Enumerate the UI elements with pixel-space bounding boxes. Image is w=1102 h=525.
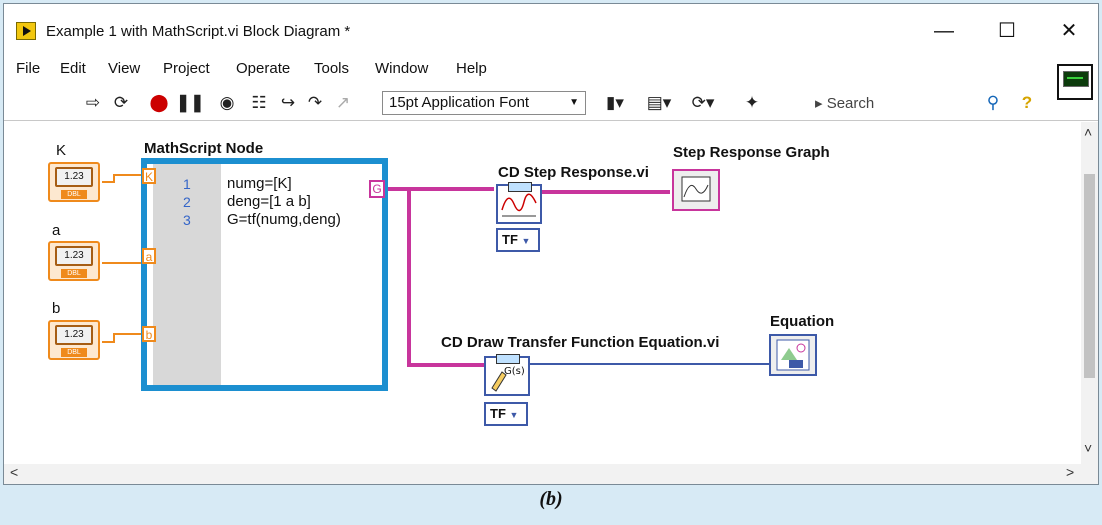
pen-equation-icon: G(s): [491, 366, 525, 392]
step-over-icon[interactable]: ↷: [304, 92, 326, 114]
menu-operate[interactable]: Operate: [236, 60, 290, 77]
toolbar: ⇨ ⟳ ⬤ ❚❚ ◉ ☷ ↪ ↷ ↗ 15pt Application Font…: [4, 86, 1098, 121]
diagram-canvas[interactable]: K 1.23 DBL a 1.23 DBL b 1.23 DBL MathScr…: [4, 122, 1079, 464]
minimize-icon[interactable]: —: [929, 16, 959, 46]
font-selector-value: 15pt Application Font: [389, 94, 530, 111]
title-bar: Example 1 with MathScript.vi Block Diagr…: [4, 4, 1098, 56]
k-value: 1.23: [55, 167, 93, 187]
step-into-icon[interactable]: ↪: [277, 92, 299, 114]
vertical-scroll-thumb[interactable]: [1084, 174, 1095, 378]
line-number: 2: [183, 194, 191, 210]
step-response-vi[interactable]: [496, 182, 542, 224]
draw-tf-selector[interactable]: TF ▼: [484, 402, 528, 426]
chevron-down-icon: ▼: [509, 410, 519, 420]
menu-help[interactable]: Help: [456, 60, 487, 77]
horizontal-scrollbar[interactable]: < >: [4, 464, 1098, 484]
a-type: DBL: [61, 269, 87, 278]
picture-icon: [776, 339, 810, 371]
draw-tf-equation-vi[interactable]: G(s): [484, 354, 530, 396]
output-terminal-g[interactable]: G: [369, 180, 385, 198]
line-number: 1: [183, 176, 191, 192]
maximize-icon[interactable]: ☐: [992, 16, 1022, 46]
menu-window[interactable]: Window: [375, 60, 428, 77]
font-selector[interactable]: 15pt Application Font ▼: [382, 91, 586, 115]
run-continuously-icon[interactable]: ⟳: [110, 92, 132, 114]
mathscript-node[interactable]: 1 2 3 numg=[K] deng=[1 a b] G=tf(numg,de…: [141, 158, 388, 391]
labview-app-icon: [16, 22, 36, 40]
selector-value: TF: [502, 232, 518, 247]
menu-bar: File Edit View Project Operate Tools Win…: [4, 56, 1098, 82]
search-placeholder: Search: [826, 95, 875, 112]
retain-wire-values-icon[interactable]: ☷: [248, 92, 270, 114]
b-value: 1.23: [55, 325, 93, 345]
pause-icon[interactable]: ❚❚: [176, 92, 205, 114]
abort-icon[interactable]: ⬤: [148, 92, 170, 114]
a-control[interactable]: 1.23 DBL: [48, 241, 100, 281]
reorder-icon[interactable]: ⟳▾: [687, 92, 719, 114]
graph-thumbnail-icon: [1063, 71, 1089, 87]
search-icon[interactable]: ⚲: [982, 92, 1004, 114]
wire-b: [102, 333, 144, 343]
input-terminal-a[interactable]: a: [142, 248, 156, 264]
figure-caption: (b): [539, 488, 563, 510]
step-out-icon[interactable]: ↗: [332, 92, 354, 114]
graph-label: Step Response Graph: [673, 144, 830, 161]
draw-tf-vi-label: CD Draw Transfer Function Equation.vi: [441, 334, 720, 351]
menu-file[interactable]: File: [16, 60, 40, 77]
step-response-selector[interactable]: TF ▼: [496, 228, 540, 252]
b-label: b: [52, 300, 61, 317]
step-response-graph-indicator[interactable]: [672, 169, 720, 211]
menu-edit[interactable]: Edit: [60, 60, 86, 77]
vertical-scrollbar[interactable]: ˄ ˅: [1081, 122, 1098, 464]
clean-up-diagram-icon[interactable]: ✦: [737, 92, 767, 114]
block-diagram-window: Example 1 with MathScript.vi Block Diagr…: [3, 3, 1099, 485]
equation-label: Equation: [770, 313, 835, 330]
scroll-down-icon[interactable]: ˅: [1084, 440, 1092, 456]
input-terminal-k[interactable]: K: [142, 168, 156, 184]
line-number: 3: [183, 212, 191, 228]
a-label: a: [52, 222, 61, 239]
k-type: DBL: [61, 190, 87, 199]
selector-value: TF: [490, 406, 506, 421]
scroll-up-icon[interactable]: ˄: [1084, 124, 1092, 140]
align-objects-icon[interactable]: ▮▾: [599, 92, 631, 114]
svg-text:G(s): G(s): [504, 366, 525, 377]
mathscript-title: MathScript Node: [144, 140, 264, 157]
help-icon[interactable]: ?: [1016, 92, 1038, 114]
code-line[interactable]: deng=[1 a b]: [227, 193, 311, 210]
wire-k: [102, 174, 142, 183]
k-label: K: [56, 142, 67, 159]
menu-tools[interactable]: Tools: [314, 60, 349, 77]
input-terminal-b[interactable]: b: [142, 326, 156, 342]
run-arrow-icon[interactable]: ⇨: [82, 92, 104, 114]
step-response-vi-label: CD Step Response.vi: [498, 164, 649, 181]
scroll-left-icon[interactable]: <: [10, 464, 18, 480]
window-title: Example 1 with MathScript.vi Block Diagr…: [46, 23, 351, 40]
menu-project[interactable]: Project: [163, 60, 210, 77]
code-line[interactable]: numg=[K]: [227, 175, 292, 192]
code-line[interactable]: G=tf(numg,deng): [227, 211, 341, 228]
a-value: 1.23: [55, 246, 93, 266]
chevron-down-icon: ▼: [521, 236, 531, 246]
equation-indicator[interactable]: [769, 334, 817, 376]
highlight-execution-icon[interactable]: ◉: [216, 92, 238, 114]
scroll-right-icon[interactable]: >: [1066, 464, 1074, 480]
distribute-objects-icon[interactable]: ▤▾: [643, 92, 675, 114]
menu-view[interactable]: View: [108, 60, 140, 77]
chevron-down-icon: ▼: [569, 97, 579, 108]
b-control[interactable]: 1.23 DBL: [48, 320, 100, 360]
close-icon[interactable]: ✕: [1054, 16, 1084, 46]
b-type: DBL: [61, 348, 87, 357]
step-response-icon: [501, 193, 537, 217]
graph-icon: [681, 176, 711, 202]
k-control[interactable]: 1.23 DBL: [48, 162, 100, 202]
